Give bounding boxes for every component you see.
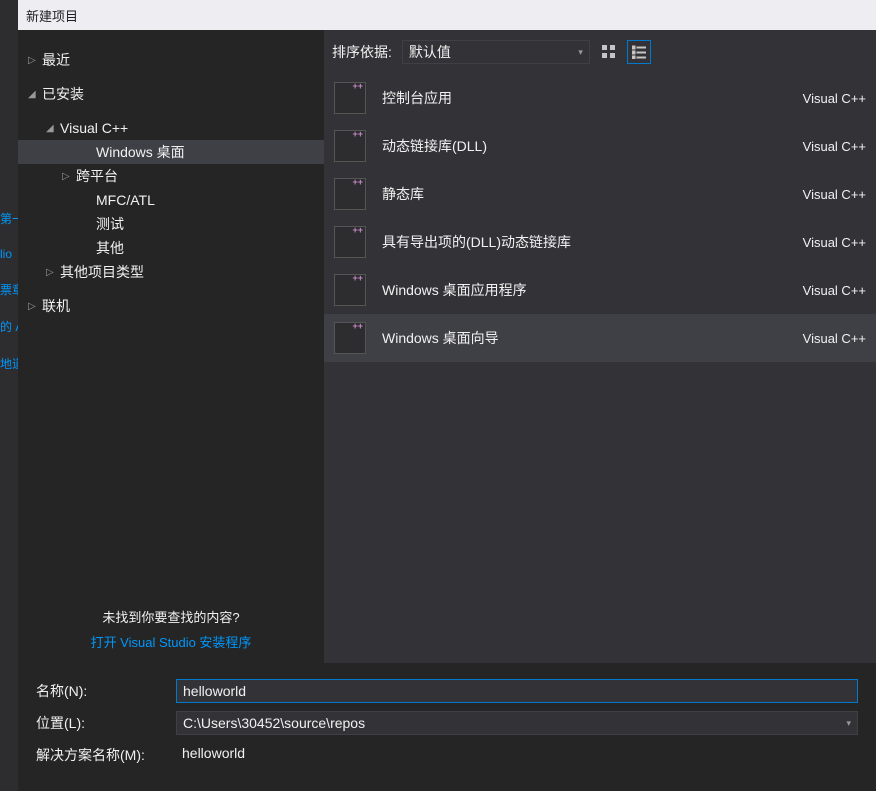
tree-item-cross-platform[interactable]: ▷ 跨平台 bbox=[18, 164, 324, 188]
template-row[interactable]: 动态链接库(DLL) Visual C++ bbox=[324, 122, 876, 170]
tree-item-online[interactable]: ▷ 联机 bbox=[18, 294, 324, 318]
chevron-right-icon: ▷ bbox=[46, 267, 60, 278]
list-icon bbox=[632, 45, 646, 59]
project-name-input[interactable] bbox=[176, 679, 858, 703]
not-found-label: 未找到你要查找的内容? bbox=[30, 607, 312, 626]
tree-item-other-types[interactable]: ▷ 其他项目类型 bbox=[18, 260, 324, 284]
location-dropdown[interactable]: C:\Users\30452\source\repos ▾ bbox=[176, 711, 858, 735]
solution-name-label: 解决方案名称(M): bbox=[36, 745, 168, 765]
grid-icon bbox=[602, 45, 616, 59]
tree-item-mfc-atl[interactable]: MFC/ATL bbox=[18, 188, 324, 212]
tree-item-installed[interactable]: ◢ 已安装 bbox=[18, 82, 324, 106]
template-row[interactable]: 具有导出项的(DLL)动态链接库 Visual C++ bbox=[324, 218, 876, 266]
template-row[interactable]: 静态库 Visual C++ bbox=[324, 170, 876, 218]
tree-item-recent[interactable]: ▷ 最近 bbox=[18, 48, 324, 72]
chevron-right-icon: ▷ bbox=[62, 171, 76, 182]
chevron-down-icon: ◢ bbox=[46, 123, 60, 134]
open-installer-link[interactable]: 打开 Visual Studio 安装程序 bbox=[30, 632, 312, 651]
dialog-titlebar: 新建项目 bbox=[18, 0, 876, 30]
chevron-down-icon: ▾ bbox=[578, 47, 583, 58]
location-label: 位置(L): bbox=[36, 713, 168, 733]
template-icon bbox=[334, 178, 366, 210]
chevron-right-icon: ▷ bbox=[28, 55, 42, 66]
template-icon bbox=[334, 226, 366, 258]
project-form: 名称(N): 位置(L): C:\Users\30452\source\repo… bbox=[18, 663, 876, 791]
template-icon bbox=[334, 322, 366, 354]
background-ide-gutter: 第一 lio 票章 的 A 地道 bbox=[0, 0, 18, 791]
chevron-down-icon: ◢ bbox=[28, 89, 42, 100]
tree-item-windows-desktop[interactable]: Windows 桌面 bbox=[18, 140, 324, 164]
sort-toolbar: 排序依据: 默认值 ▾ bbox=[324, 30, 876, 74]
category-sidebar: ▷ 最近 ◢ 已安装 ◢ Visual C++ Windows 桌面 ▷ bbox=[18, 30, 324, 663]
template-icon bbox=[334, 130, 366, 162]
chevron-down-icon: ▾ bbox=[846, 718, 851, 729]
solution-name-input[interactable]: helloworld bbox=[176, 743, 858, 767]
template-icon bbox=[334, 274, 366, 306]
view-grid-button[interactable] bbox=[598, 41, 620, 63]
dialog-title: 新建项目 bbox=[26, 6, 78, 25]
template-list: 控制台应用 Visual C++ 动态链接库(DLL) Visual C++ 静… bbox=[324, 74, 876, 663]
chevron-right-icon: ▷ bbox=[28, 301, 42, 312]
template-icon bbox=[334, 82, 366, 114]
template-row[interactable]: 控制台应用 Visual C++ bbox=[324, 74, 876, 122]
template-row[interactable]: Windows 桌面应用程序 Visual C++ bbox=[324, 266, 876, 314]
name-label: 名称(N): bbox=[36, 681, 168, 701]
view-list-button[interactable] bbox=[628, 41, 650, 63]
template-row[interactable]: Windows 桌面向导 Visual C++ bbox=[324, 314, 876, 362]
tree-item-vcpp[interactable]: ◢ Visual C++ bbox=[18, 116, 324, 140]
sort-dropdown[interactable]: 默认值 ▾ bbox=[402, 40, 590, 64]
tree-item-other[interactable]: 其他 bbox=[18, 236, 324, 260]
tree-item-test[interactable]: 测试 bbox=[18, 212, 324, 236]
sort-by-label: 排序依据: bbox=[332, 42, 392, 62]
